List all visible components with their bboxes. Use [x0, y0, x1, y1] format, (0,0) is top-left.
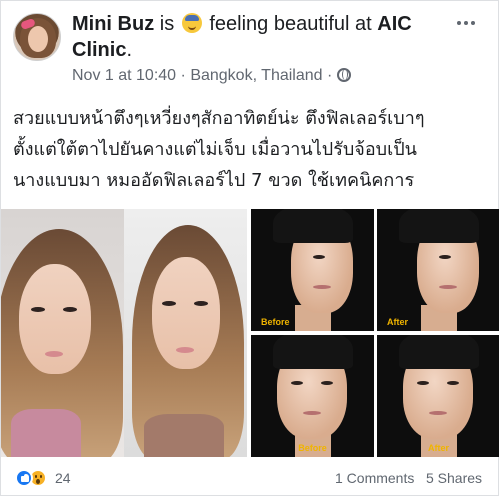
- eye: [313, 255, 325, 259]
- meta-separator: ·: [327, 67, 333, 84]
- before-photo-front: Before: [251, 335, 374, 457]
- avatar-face: [28, 26, 48, 52]
- portrait-eye: [63, 307, 77, 312]
- more-options-button[interactable]: [451, 13, 481, 33]
- feeling-text: feeling beautiful at: [209, 13, 372, 35]
- before-label: Before: [298, 443, 327, 453]
- mouth: [303, 411, 321, 415]
- portrait-face: [19, 264, 91, 374]
- mouth: [439, 285, 457, 289]
- post-text-line: นางแบบมา หมออัดฟิลเลอร์ไป 7 ขวด ใช้เทคนิ…: [13, 170, 415, 191]
- hair: [399, 209, 479, 243]
- facebook-post: Mini Buz is feeling beautiful at AIC Cli…: [0, 0, 499, 496]
- post-meta: Nov 1 at 10:40 · Bangkok, Thailand ·: [72, 67, 351, 85]
- post-text-line: ตั้งแต่ใต้ตาไปยันคางแต่ไม่เจ็บ เมื่อวานไ…: [13, 139, 417, 160]
- reactions-summary[interactable]: 24: [15, 469, 71, 487]
- portrait-eye: [31, 307, 45, 312]
- before-photo-side: Before: [251, 209, 374, 331]
- comments-count-link[interactable]: 1 Comments: [335, 470, 414, 486]
- mouth: [429, 411, 447, 415]
- headline-connector: is: [159, 13, 175, 35]
- before-after-grid[interactable]: Before After Before After: [251, 209, 499, 457]
- dot-icon: [471, 21, 475, 25]
- before-label: Before: [261, 317, 290, 327]
- after-label: After: [427, 443, 449, 453]
- portrait-shirt: [144, 414, 224, 457]
- feeling-cool-emoji-icon: [181, 13, 202, 33]
- eye: [291, 381, 303, 385]
- portrait-lips: [176, 347, 194, 353]
- post-body-text: สวยแบบหน้าตึงๆเหวี่ยงๆสักอาทิตย์น่ะ ตึงฟ…: [13, 103, 488, 203]
- eye: [439, 255, 451, 259]
- photo-portrait-pair[interactable]: [1, 209, 247, 457]
- eye: [447, 381, 459, 385]
- eye: [417, 381, 429, 385]
- headline-period: .: [126, 39, 133, 61]
- post-footer: 24 1 Comments 5 Shares: [1, 459, 499, 496]
- post-text-line: สวยแบบหน้าตึงๆเหวี่ยงๆสักอาทิตย์น่ะ ตึงฟ…: [13, 108, 425, 129]
- like-icon: [15, 469, 33, 487]
- hair: [273, 209, 353, 243]
- mouth: [313, 285, 331, 289]
- portrait-eye: [194, 301, 208, 306]
- shares-count-link[interactable]: 5 Shares: [426, 470, 482, 486]
- after-photo-front: After: [377, 335, 499, 457]
- after-photo-side: After: [377, 209, 499, 331]
- hair: [399, 335, 479, 369]
- dot-icon: [457, 21, 461, 25]
- eye: [321, 381, 333, 385]
- place-name-part2[interactable]: Clinic: [72, 39, 126, 61]
- portrait-photo-2: [124, 209, 247, 457]
- photo-grid: Before After Before After: [1, 209, 499, 457]
- author-name[interactable]: Mini Buz: [72, 13, 154, 35]
- portrait-eye: [162, 301, 176, 306]
- portrait-photo-1: [1, 209, 124, 457]
- reaction-count: 24: [55, 470, 71, 486]
- portrait-lips: [45, 351, 63, 357]
- post-headline: Mini Buz is feeling beautiful at AIC Cli…: [72, 11, 452, 63]
- author-avatar[interactable]: [13, 13, 61, 61]
- post-location[interactable]: Bangkok, Thailand: [190, 67, 322, 84]
- dot-icon: [464, 21, 468, 25]
- portrait-shirt: [11, 409, 81, 457]
- after-label: After: [387, 317, 409, 327]
- hair: [273, 335, 353, 369]
- post-timestamp[interactable]: Nov 1 at 10:40: [72, 67, 176, 84]
- meta-separator: ·: [180, 67, 186, 84]
- place-name-part1[interactable]: AIC: [377, 13, 411, 35]
- globe-icon[interactable]: [336, 68, 351, 82]
